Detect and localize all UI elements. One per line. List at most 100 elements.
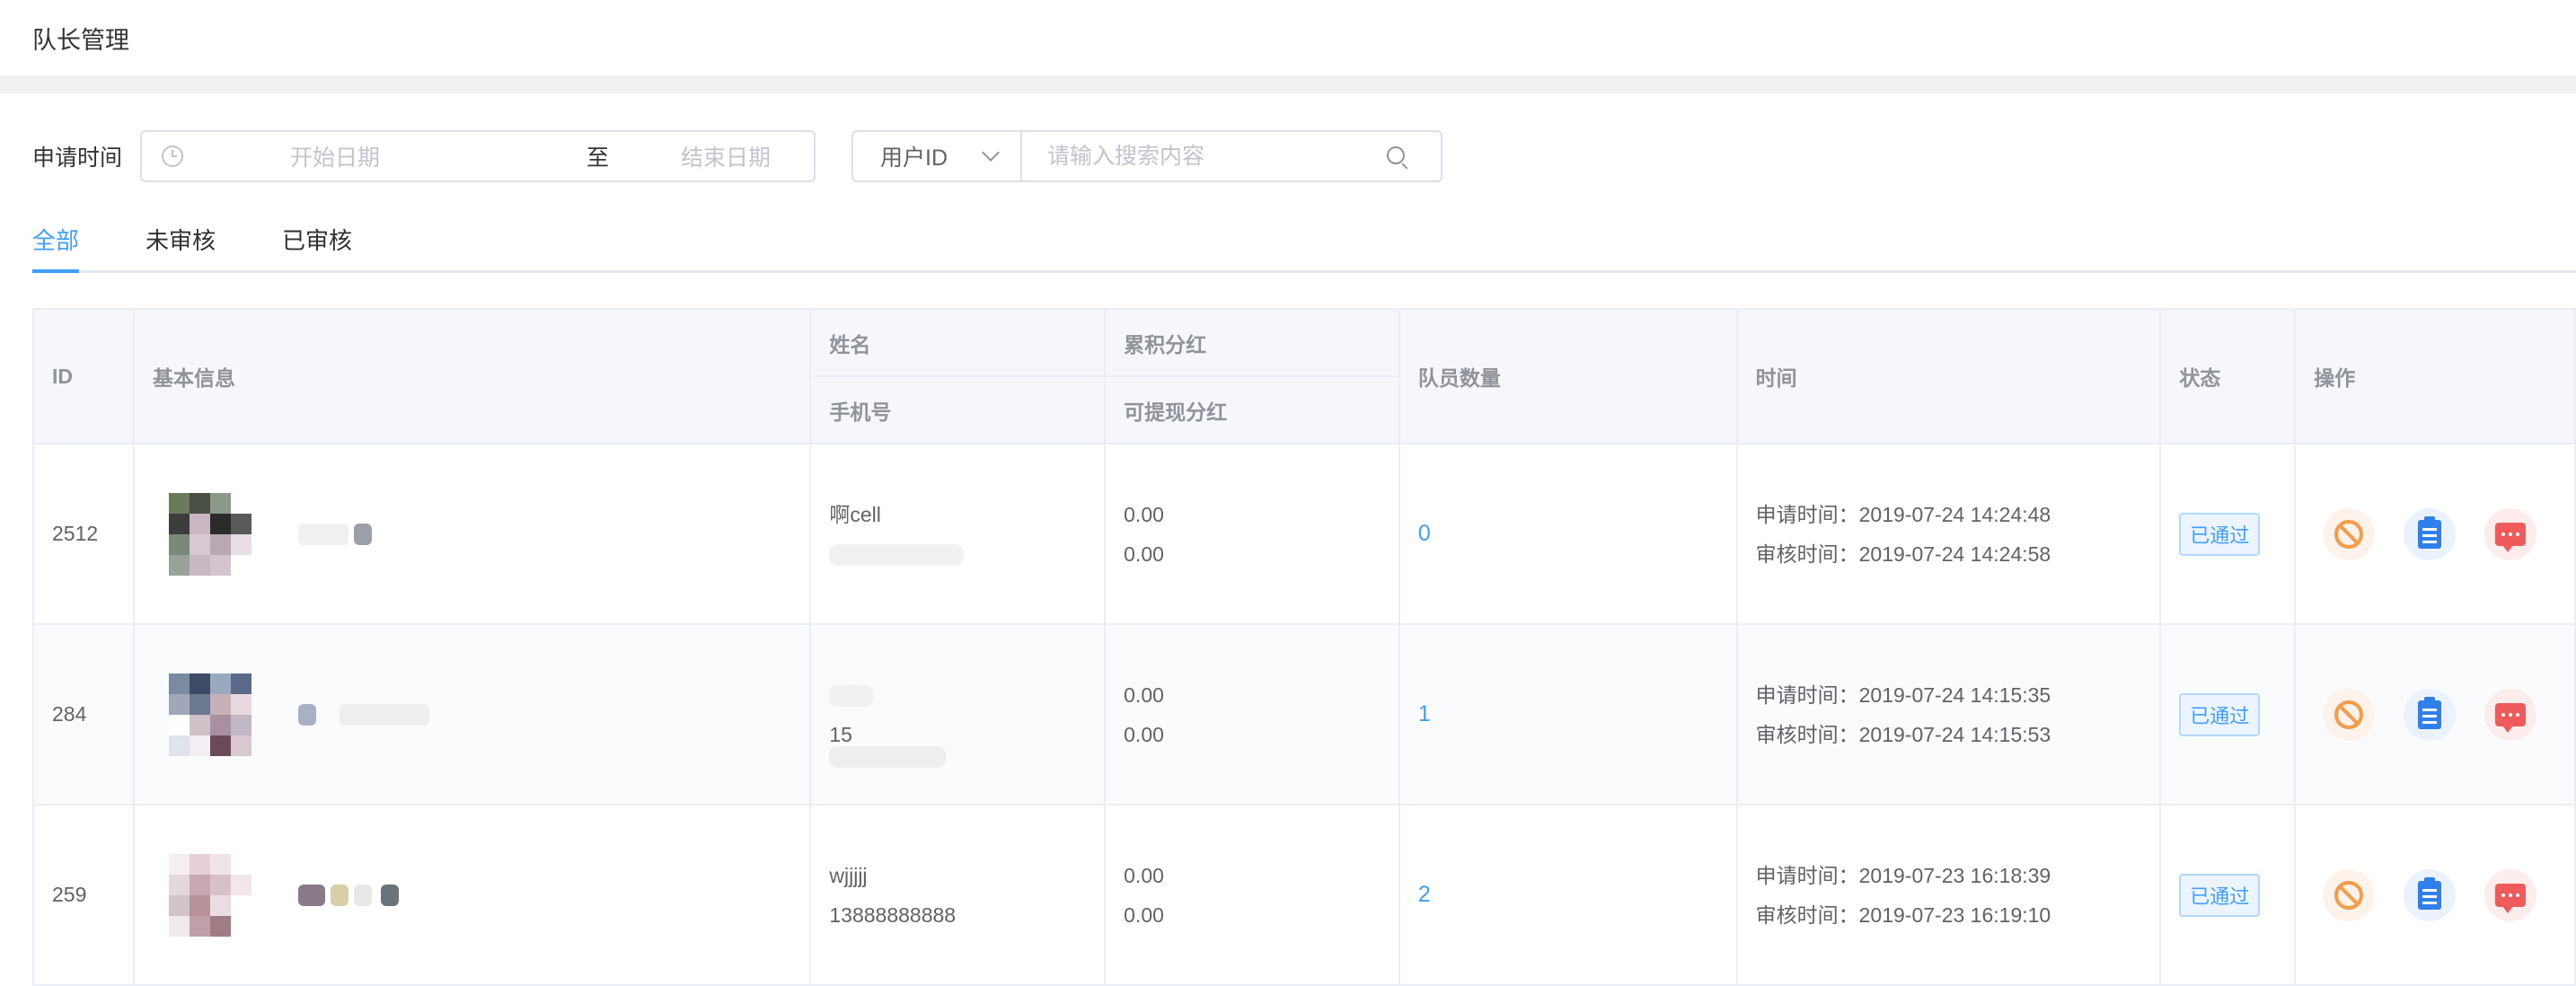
tab-unreviewed[interactable]: 未审核 bbox=[146, 223, 216, 270]
phone-prefix: 15 bbox=[829, 722, 852, 746]
table-row: 259 wjjjjj 13888888888 0.00 0.00 2 申请时间：… bbox=[34, 806, 2576, 986]
apply-time: 申请时间：2019-07-24 14:24:48 bbox=[1755, 502, 2051, 526]
clipboard-icon bbox=[2418, 696, 2442, 729]
basic-info-cell bbox=[135, 625, 812, 804]
clipboard-icon bbox=[2418, 876, 2442, 910]
team-count-link[interactable]: 2 bbox=[1418, 882, 1431, 908]
total-dividend: 0.00 bbox=[1124, 863, 1164, 887]
status-tabs: 全部 未审核 已审核 bbox=[32, 219, 2576, 273]
status-cell: 已通过 bbox=[2161, 625, 2297, 804]
status-badge: 已通过 bbox=[2179, 512, 2261, 556]
message-button[interactable] bbox=[2484, 688, 2537, 741]
detail-button[interactable] bbox=[2404, 507, 2457, 560]
ban-button[interactable] bbox=[2323, 688, 2376, 741]
team-count-cell: 1 bbox=[1400, 625, 1738, 804]
time-cell: 申请时间：2019-07-24 14:24:48 审核时间：2019-07-24… bbox=[1738, 445, 2162, 623]
dividend-cell: 0.00 0.00 bbox=[1106, 806, 1400, 984]
message-icon bbox=[2495, 883, 2527, 913]
table-row: 2512 啊cell 0.00 0.00 0 申请时间：2019-07-24 1… bbox=[34, 445, 2576, 625]
ban-icon bbox=[2334, 700, 2364, 729]
name-phone-cell: 啊cell bbox=[811, 445, 1107, 623]
search-group: 用户ID bbox=[851, 130, 1443, 182]
ban-button[interactable] bbox=[2323, 868, 2376, 921]
search-icon[interactable] bbox=[1387, 146, 1406, 164]
avatar bbox=[168, 492, 251, 576]
header-time: 时间 bbox=[1738, 310, 2162, 443]
header-phone: 手机号 bbox=[829, 400, 892, 424]
apply-time: 申请时间：2019-07-24 14:15:35 bbox=[1755, 682, 2051, 707]
date-range-picker[interactable]: 开始日期 至 结束日期 bbox=[140, 130, 816, 182]
total-dividend: 0.00 bbox=[1124, 502, 1164, 526]
search-field-select[interactable]: 用户ID bbox=[851, 130, 1023, 182]
page-title: 队长管理 bbox=[32, 26, 129, 54]
row-id: 284 bbox=[34, 625, 135, 804]
chevron-down-icon bbox=[982, 144, 1000, 162]
avatar bbox=[168, 673, 251, 756]
basic-info-cell bbox=[135, 445, 812, 623]
blurred-nickname bbox=[297, 884, 399, 906]
table-row: 284 15 0.00 0.00 1 申请时间：2019-07-24 14:15… bbox=[34, 625, 2576, 806]
header-divider bbox=[0, 75, 2576, 93]
header-name-phone: 姓名 手机号 bbox=[811, 310, 1107, 443]
name-phone-cell: 15 bbox=[811, 625, 1107, 804]
time-cell: 申请时间：2019-07-24 14:15:35 审核时间：2019-07-24… bbox=[1738, 625, 2162, 804]
clipboard-icon bbox=[2418, 515, 2442, 549]
tab-all[interactable]: 全部 bbox=[32, 223, 80, 273]
actions-cell bbox=[2296, 625, 2576, 804]
header-basic-info: 基本信息 bbox=[135, 310, 812, 443]
table-header: ID 基本信息 姓名 手机号 累积分红 可提现分红 队员数量 时间 状态 操作 bbox=[34, 308, 2576, 445]
team-count-cell: 0 bbox=[1400, 445, 1738, 623]
withdrawable-dividend: 0.00 bbox=[1124, 722, 1164, 746]
search-input[interactable] bbox=[1022, 134, 1364, 179]
header-status: 状态 bbox=[2161, 310, 2297, 443]
team-count-link[interactable]: 0 bbox=[1418, 521, 1431, 547]
header-dividends: 累积分红 可提现分红 bbox=[1106, 310, 1400, 443]
row-id: 2512 bbox=[34, 445, 135, 623]
apply-time: 申请时间：2019-07-23 16:18:39 bbox=[1755, 863, 2051, 887]
captain-table: ID 基本信息 姓名 手机号 累积分红 可提现分红 队员数量 时间 状态 操作 … bbox=[32, 308, 2576, 986]
message-button[interactable] bbox=[2484, 507, 2537, 560]
time-cell: 申请时间：2019-07-23 16:18:39 审核时间：2019-07-23… bbox=[1738, 806, 2162, 984]
header-team-count: 队员数量 bbox=[1400, 310, 1738, 443]
basic-info-cell bbox=[135, 806, 812, 984]
name-phone-cell: wjjjjj 13888888888 bbox=[811, 806, 1107, 984]
start-date-input[interactable]: 开始日期 bbox=[272, 140, 398, 172]
header-total-dividend: 累积分红 bbox=[1106, 310, 1398, 377]
dividend-cell: 0.00 0.00 bbox=[1106, 625, 1400, 804]
message-button[interactable] bbox=[2484, 868, 2537, 921]
user-phone: 13888888888 bbox=[829, 902, 957, 927]
page-header: 队长管理 bbox=[0, 0, 2576, 75]
message-icon bbox=[2495, 702, 2527, 733]
blurred-phone bbox=[829, 543, 965, 567]
detail-button[interactable] bbox=[2404, 688, 2457, 741]
ban-button[interactable] bbox=[2323, 507, 2376, 560]
user-phone: 15 bbox=[829, 722, 947, 769]
withdrawable-dividend: 0.00 bbox=[1124, 902, 1164, 927]
blurred-name bbox=[829, 684, 875, 708]
range-separator: 至 bbox=[587, 145, 610, 171]
blurred-nickname bbox=[297, 523, 372, 545]
blurred-nickname bbox=[297, 703, 429, 726]
total-dividend: 0.00 bbox=[1124, 682, 1164, 707]
ban-icon bbox=[2334, 519, 2364, 549]
search-input-wrapper bbox=[1022, 130, 1443, 182]
tab-reviewed[interactable]: 已审核 bbox=[282, 223, 352, 270]
team-count-link[interactable]: 1 bbox=[1418, 701, 1431, 727]
avatar bbox=[168, 853, 251, 937]
team-count-cell: 2 bbox=[1400, 806, 1738, 984]
review-time: 审核时间：2019-07-23 16:19:10 bbox=[1755, 902, 2051, 927]
message-icon bbox=[2495, 522, 2527, 552]
user-name: 啊cell bbox=[829, 502, 881, 526]
detail-button[interactable] bbox=[2404, 868, 2457, 921]
dividend-cell: 0.00 0.00 bbox=[1106, 445, 1400, 623]
withdrawable-dividend: 0.00 bbox=[1124, 541, 1164, 566]
end-date-input[interactable]: 结束日期 bbox=[681, 140, 807, 172]
ban-icon bbox=[2334, 880, 2364, 910]
clock-icon bbox=[162, 145, 184, 167]
status-cell: 已通过 bbox=[2161, 445, 2297, 623]
date-filter-label: 申请时间 bbox=[32, 145, 123, 171]
header-name: 姓名 bbox=[811, 310, 1105, 377]
user-name: wjjjjj bbox=[829, 863, 868, 887]
status-badge: 已通过 bbox=[2179, 692, 2261, 736]
review-time: 审核时间：2019-07-24 14:15:53 bbox=[1755, 722, 2051, 746]
